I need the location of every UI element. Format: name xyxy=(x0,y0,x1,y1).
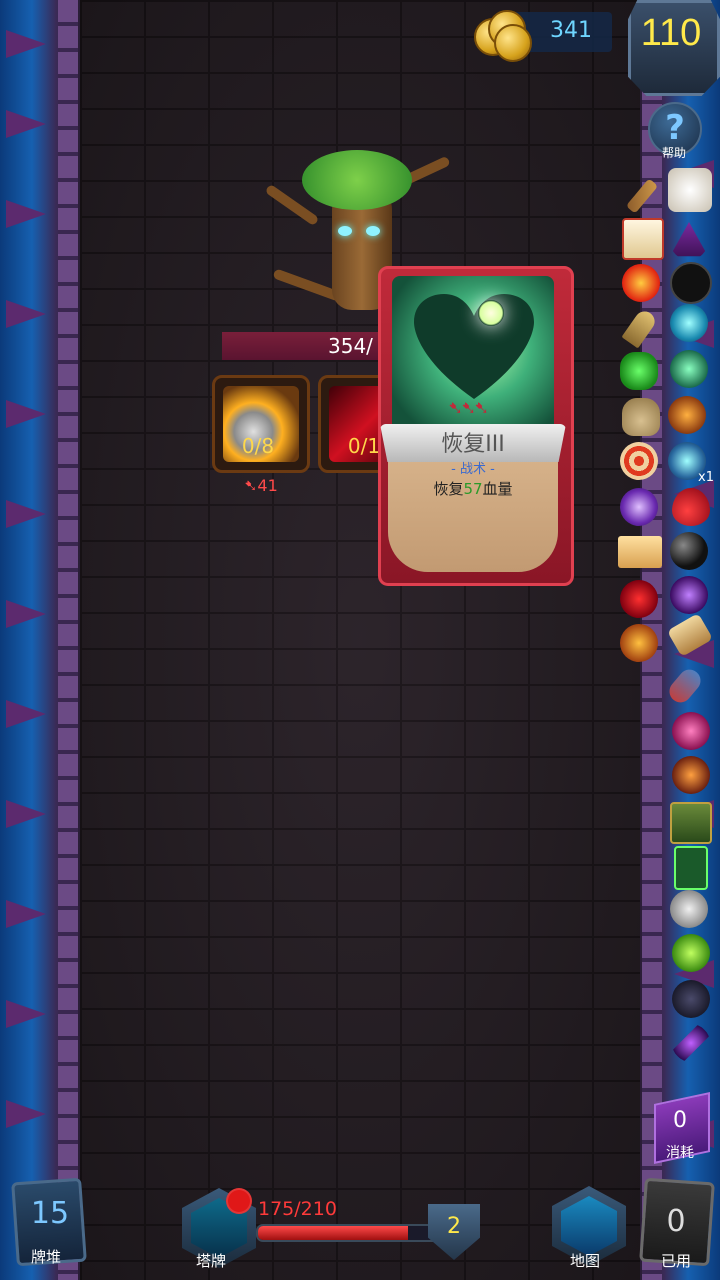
card-cost-icons: ➷➷➷ xyxy=(448,398,489,419)
triquetra-relic-icon[interactable] xyxy=(670,262,712,304)
red-rose-relic-icon[interactable] xyxy=(620,580,658,618)
card-description: 恢复57血量 xyxy=(433,480,513,498)
floor-level-value: 110 xyxy=(640,12,702,54)
help-label: 帮助 xyxy=(661,146,686,160)
enemy-damage-value: 41 xyxy=(257,476,278,495)
pink-gem-relic-icon[interactable] xyxy=(672,712,710,750)
treasure-pot-relic-icon[interactable] xyxy=(668,396,706,434)
gold-coins-icon xyxy=(474,10,532,62)
dice-relic-icon[interactable] xyxy=(668,168,712,212)
red-five-relic-icon[interactable] xyxy=(672,980,710,1018)
discard-pile-count: 0 xyxy=(666,1204,686,1239)
green-badge-relic-icon[interactable] xyxy=(672,934,710,972)
left-stone-column xyxy=(58,0,78,1280)
notification-dot xyxy=(226,1188,252,1214)
enemy-intent-attack[interactable] xyxy=(212,375,310,473)
discard-pile-label: 已用 xyxy=(660,1252,691,1270)
black-orb-relic-icon[interactable] xyxy=(670,532,708,570)
club-card-relic-icon[interactable] xyxy=(674,846,708,890)
scroll-card-relic-icon[interactable] xyxy=(622,218,664,260)
fire-orb-relic-icon[interactable] xyxy=(622,264,660,302)
book-relic-icon[interactable] xyxy=(670,802,712,844)
green-claw-relic-icon[interactable] xyxy=(670,350,708,388)
player-hp-bar xyxy=(256,1224,440,1242)
exhaust-count: 0 xyxy=(673,1108,687,1133)
enemy-hp-text: 354/ xyxy=(328,334,373,358)
fruit-basket-relic-icon[interactable] xyxy=(620,624,658,662)
card-title: 恢复III xyxy=(441,432,505,457)
letter-relic-icon[interactable] xyxy=(618,536,662,568)
demon-face-relic-icon[interactable] xyxy=(670,576,708,614)
sprout-icon xyxy=(478,300,504,326)
gauntlet-relic-icon[interactable] xyxy=(670,890,708,928)
map-label: 地图 xyxy=(570,1252,601,1270)
gold-amount: 341 xyxy=(550,18,592,43)
player-hp-fill xyxy=(258,1226,408,1240)
card-type: - 战术 - xyxy=(451,462,495,477)
draw-pile-count: 15 xyxy=(30,1196,70,1231)
clover-relic-icon[interactable] xyxy=(620,352,658,390)
player-hp-text: 175/210 xyxy=(258,1198,337,1220)
eye-orb-relic-icon[interactable] xyxy=(670,304,708,342)
draw-pile-label: 牌堆 xyxy=(30,1248,61,1266)
target-relic-icon[interactable] xyxy=(620,442,658,480)
enemy-damage-indicator: ➷41 xyxy=(244,476,278,495)
deck-label: 塔牌 xyxy=(196,1252,227,1270)
energy-value: 2 xyxy=(447,1214,461,1239)
torch-relic-icon[interactable] xyxy=(672,756,710,794)
blood-drop-relic-icon[interactable] xyxy=(672,488,710,526)
intent-progress-1: 0/8 xyxy=(241,434,275,458)
card-heal-amount: 57 xyxy=(463,480,483,498)
purple-eye-relic-icon[interactable] xyxy=(620,488,658,526)
sack-relic-icon[interactable] xyxy=(622,398,660,436)
exhaust-label: 消耗 xyxy=(666,1145,694,1161)
relic-multiplier: x1 xyxy=(698,470,714,485)
sword-icon: ➷ xyxy=(244,476,258,495)
